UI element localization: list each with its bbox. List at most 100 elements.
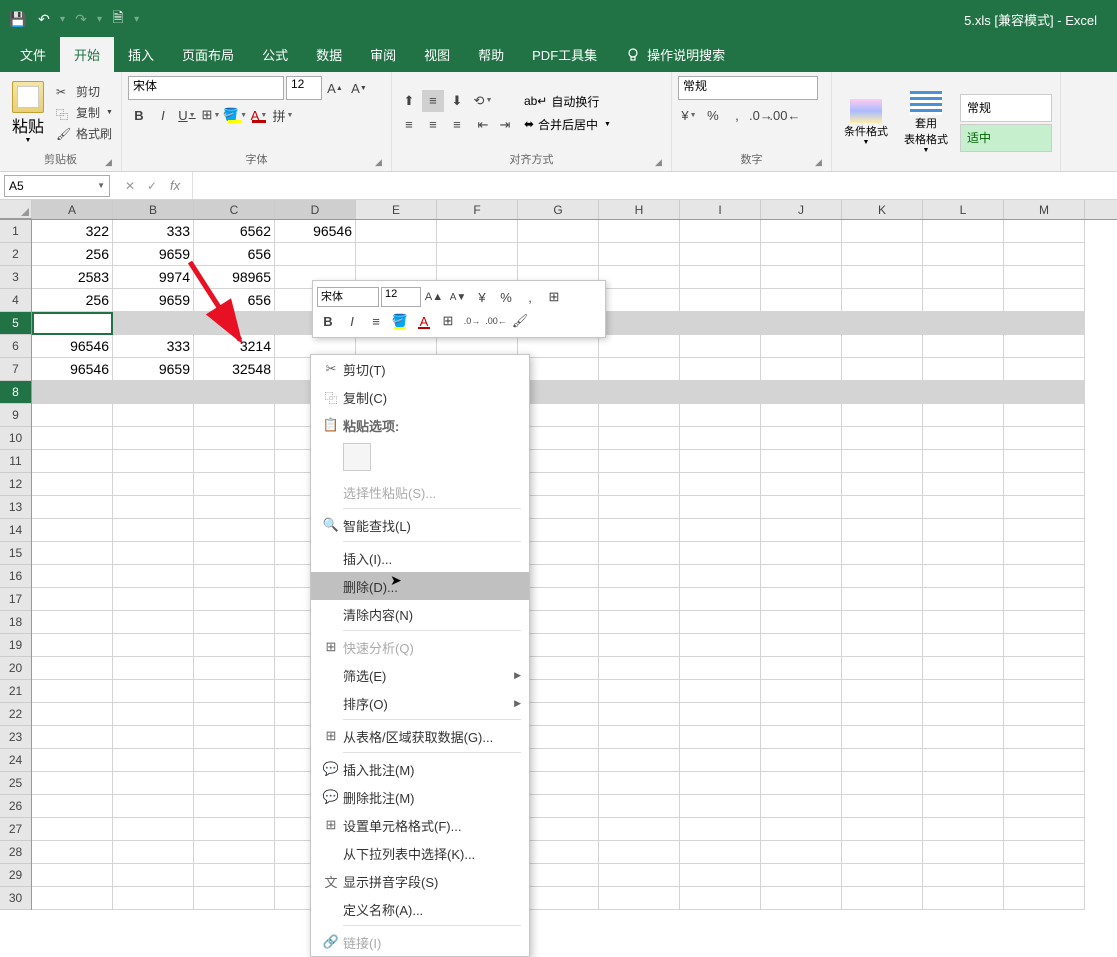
- align-top-icon[interactable]: ⬆: [398, 90, 420, 112]
- cell-C12[interactable]: [194, 473, 275, 496]
- row-header-16[interactable]: 16: [0, 565, 31, 588]
- cell-M14[interactable]: [1004, 519, 1085, 542]
- cell-L1[interactable]: [923, 220, 1004, 243]
- cell-A14[interactable]: [32, 519, 113, 542]
- row-header-30[interactable]: 30: [0, 887, 31, 910]
- mini-decrease-font-icon[interactable]: A▼: [447, 286, 469, 308]
- print-preview-icon[interactable]: 🗎: [108, 9, 128, 29]
- cell-H19[interactable]: [599, 634, 680, 657]
- tab-file[interactable]: 文件: [6, 37, 60, 72]
- row-header-28[interactable]: 28: [0, 841, 31, 864]
- cell-H21[interactable]: [599, 680, 680, 703]
- cell-J11[interactable]: [761, 450, 842, 473]
- cell-I18[interactable]: [680, 611, 761, 634]
- cell-J1[interactable]: [761, 220, 842, 243]
- cell-I3[interactable]: [680, 266, 761, 289]
- cell-J26[interactable]: [761, 795, 842, 818]
- cell-I4[interactable]: [680, 289, 761, 312]
- align-bottom-icon[interactable]: ⬇: [446, 90, 468, 112]
- cell-K6[interactable]: [842, 335, 923, 358]
- cell-A28[interactable]: [32, 841, 113, 864]
- mini-fontsize-select[interactable]: 12: [381, 287, 421, 307]
- cell-L29[interactable]: [923, 864, 1004, 887]
- save-icon[interactable]: 💾: [8, 9, 28, 29]
- cell-C16[interactable]: [194, 565, 275, 588]
- cell-C1[interactable]: 6562: [194, 220, 275, 243]
- menu-delete-comment[interactable]: 💬 删除批注(M): [311, 783, 529, 811]
- cell-I12[interactable]: [680, 473, 761, 496]
- cell-C22[interactable]: [194, 703, 275, 726]
- cell-G15[interactable]: [518, 542, 599, 565]
- cell-B26[interactable]: [113, 795, 194, 818]
- cell-J4[interactable]: [761, 289, 842, 312]
- cell-C26[interactable]: [194, 795, 275, 818]
- cell-H1[interactable]: [599, 220, 680, 243]
- copy-button[interactable]: ⿻ 复制▼: [54, 103, 115, 122]
- cell-K4[interactable]: [842, 289, 923, 312]
- cell-G26[interactable]: [518, 795, 599, 818]
- menu-smart-lookup[interactable]: 🔍 智能查找(L): [311, 511, 529, 539]
- cell-L22[interactable]: [923, 703, 1004, 726]
- cell-I2[interactable]: [680, 243, 761, 266]
- mini-bold-button[interactable]: B: [317, 310, 339, 332]
- cell-L23[interactable]: [923, 726, 1004, 749]
- cell-I21[interactable]: [680, 680, 761, 703]
- cell-C14[interactable]: [194, 519, 275, 542]
- font-name-select[interactable]: 宋体: [128, 76, 284, 100]
- tab-review[interactable]: 审阅: [356, 37, 410, 72]
- cell-A2[interactable]: 256: [32, 243, 113, 266]
- cell-J10[interactable]: [761, 427, 842, 450]
- cell-J12[interactable]: [761, 473, 842, 496]
- cell-B22[interactable]: [113, 703, 194, 726]
- cell-B4[interactable]: 9659: [113, 289, 194, 312]
- cell-K3[interactable]: [842, 266, 923, 289]
- cell-L30[interactable]: [923, 887, 1004, 910]
- cell-K17[interactable]: [842, 588, 923, 611]
- cell-M9[interactable]: [1004, 404, 1085, 427]
- cell-G12[interactable]: [518, 473, 599, 496]
- cell-J27[interactable]: [761, 818, 842, 841]
- mini-inc-decimal-icon[interactable]: .0→: [461, 310, 483, 332]
- row-header-20[interactable]: 20: [0, 657, 31, 680]
- cell-A6[interactable]: 96546: [32, 335, 113, 358]
- cell-G8[interactable]: [518, 381, 599, 404]
- col-header-G[interactable]: G: [518, 200, 599, 219]
- cell-I7[interactable]: [680, 358, 761, 381]
- cell-H12[interactable]: [599, 473, 680, 496]
- col-header-J[interactable]: J: [761, 200, 842, 219]
- menu-filter[interactable]: 筛选(E) ▶: [311, 661, 529, 689]
- cell-M2[interactable]: [1004, 243, 1085, 266]
- cell-I25[interactable]: [680, 772, 761, 795]
- cell-K12[interactable]: [842, 473, 923, 496]
- cell-C24[interactable]: [194, 749, 275, 772]
- cell-K21[interactable]: [842, 680, 923, 703]
- comma-button[interactable]: ,: [726, 104, 748, 126]
- row-header-27[interactable]: 27: [0, 818, 31, 841]
- mini-font-select[interactable]: 宋体: [317, 287, 379, 307]
- align-left-icon[interactable]: ≡: [398, 114, 420, 136]
- cell-A18[interactable]: [32, 611, 113, 634]
- row-header-17[interactable]: 17: [0, 588, 31, 611]
- cell-H4[interactable]: [599, 289, 680, 312]
- cell-K16[interactable]: [842, 565, 923, 588]
- cell-C25[interactable]: [194, 772, 275, 795]
- row-header-15[interactable]: 15: [0, 542, 31, 565]
- cell-K20[interactable]: [842, 657, 923, 680]
- cell-M15[interactable]: [1004, 542, 1085, 565]
- cell-B17[interactable]: [113, 588, 194, 611]
- cell-E2[interactable]: [356, 243, 437, 266]
- cell-H23[interactable]: [599, 726, 680, 749]
- cell-C9[interactable]: [194, 404, 275, 427]
- enter-formula-icon[interactable]: ✓: [142, 176, 162, 196]
- cell-B18[interactable]: [113, 611, 194, 634]
- cell-H26[interactable]: [599, 795, 680, 818]
- tab-data[interactable]: 数据: [302, 37, 356, 72]
- cell-H24[interactable]: [599, 749, 680, 772]
- cell-A11[interactable]: [32, 450, 113, 473]
- cell-H6[interactable]: [599, 335, 680, 358]
- cell-G19[interactable]: [518, 634, 599, 657]
- increase-font-icon[interactable]: A▲: [324, 77, 346, 99]
- cell-M18[interactable]: [1004, 611, 1085, 634]
- row-header-25[interactable]: 25: [0, 772, 31, 795]
- cell-J30[interactable]: [761, 887, 842, 910]
